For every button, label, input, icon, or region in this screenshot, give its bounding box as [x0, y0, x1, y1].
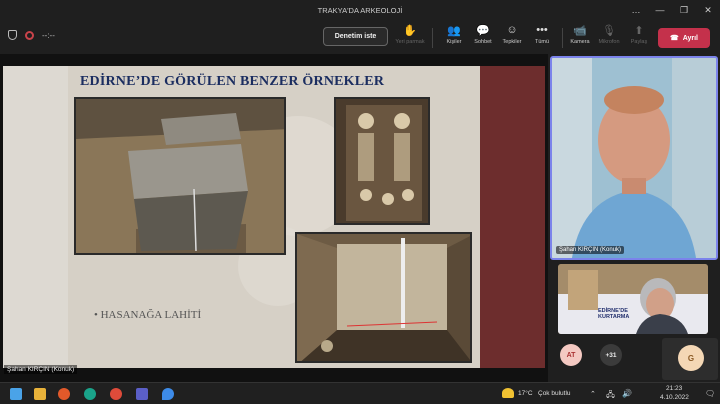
more-button[interactable]: ••• Tümü	[525, 24, 559, 52]
shared-screen-stage: EDİRNE’DE GÖRÜLEN BENZER ÖRNEKLER • HASA…	[0, 54, 548, 382]
meeting-timer: --:--	[42, 30, 55, 40]
raise-hand-button[interactable]: ✋ Yeri parmak	[393, 24, 427, 52]
participant-g-tile[interactable]: G	[662, 338, 718, 380]
window-controls: … — ❐ ✕	[624, 0, 720, 20]
file-explorer-icon[interactable]	[34, 388, 46, 400]
second-video-frame	[558, 264, 708, 334]
title-bar: TRAKYA'DA ARKEOLOJİ … — ❐ ✕	[0, 0, 720, 20]
more-icon[interactable]: …	[624, 0, 648, 20]
avatar-g: G	[678, 345, 704, 371]
main-participant-video[interactable]: Şahan KIRÇIN (Konuk)	[550, 56, 718, 260]
volume-icon[interactable]: 🔊	[622, 389, 632, 398]
notifications-icon[interactable]: 🗨	[705, 389, 715, 398]
temperature: 17°C	[518, 390, 533, 397]
share-button[interactable]: ⬆ Paylaş	[622, 24, 656, 52]
tray-overflow-icon[interactable]: ⌃	[590, 390, 596, 398]
clock-date[interactable]: 4.10.2022	[660, 394, 689, 401]
firefox-icon[interactable]	[58, 388, 70, 400]
weather-icon	[502, 388, 514, 398]
network-icon[interactable]: 🖧	[606, 389, 615, 403]
windows-start-icon[interactable]	[10, 388, 22, 400]
weather-text: Çok bulutlu	[538, 390, 571, 397]
reactions-button[interactable]: ☺ Tepkiler	[495, 24, 529, 52]
hand-icon: ✋	[403, 24, 417, 37]
ellipsis-icon: •••	[536, 24, 548, 36]
mic-button[interactable]: 🎙 Mikrofon	[592, 24, 626, 52]
presenter-label: Şahan KIRÇIN (Konuk)	[4, 365, 78, 374]
phone-hangup-icon: ☎	[669, 35, 679, 42]
second-participant-video[interactable]: EDİRNE’DE KURTARMA	[558, 264, 708, 334]
maximize-icon[interactable]: ❐	[672, 0, 696, 20]
teams-icon[interactable]	[136, 388, 148, 400]
shield-icon[interactable]	[8, 30, 17, 40]
people-icon: 👥	[447, 24, 461, 37]
windows-taskbar: 17°C Çok bulutlu ⌃ 🖧 🔊 21:23 4.10.2022 🗨	[0, 382, 720, 404]
more-participants-count[interactable]: +31	[600, 344, 622, 366]
clock-time[interactable]: 21:23	[666, 385, 682, 392]
slide-margin	[3, 66, 68, 368]
chrome-icon[interactable]	[110, 388, 122, 400]
request-control-button[interactable]: Denetim iste	[323, 27, 388, 46]
share-icon: ⬆	[634, 24, 644, 37]
presentation-slide: EDİRNE’DE GÖRÜLEN BENZER ÖRNEKLER • HASA…	[68, 66, 480, 368]
main-participant-label: Şahan KIRÇIN (Konuk)	[556, 246, 625, 254]
second-video-caption: EDİRNE’DE KURTARMA	[598, 308, 630, 320]
meeting-toolbar: --:-- Denetim iste ✋ Yeri parmak 👥 Kişil…	[0, 20, 720, 54]
close-icon[interactable]: ✕	[696, 0, 720, 20]
chat-icon: 💬	[476, 24, 490, 37]
toolbar-divider	[432, 28, 433, 48]
skeletons-photo	[334, 97, 430, 225]
meeting-status: --:--	[8, 30, 55, 40]
edge-icon[interactable]	[162, 388, 174, 400]
avatar-at[interactable]: AT	[560, 344, 582, 366]
sarcophagus-photo	[74, 97, 286, 255]
app-u-icon[interactable]	[84, 388, 96, 400]
reactions-icon: ☺	[506, 24, 518, 36]
leave-button[interactable]: ☎ Ayrıl	[658, 28, 710, 48]
slide-title: EDİRNE’DE GÖRÜLEN BENZER ÖRNEKLER	[80, 74, 385, 89]
participant-video-frame	[552, 58, 716, 258]
minimize-icon[interactable]: —	[648, 0, 672, 20]
slide-bullet: • HASANAĞA LAHİTİ	[94, 309, 202, 321]
window-title: TRAKYA'DA ARKEOLOJİ	[317, 5, 403, 15]
camera-icon: 📹	[573, 24, 587, 37]
excavation-pit-photo	[295, 232, 472, 363]
mic-off-icon: 🎙	[602, 24, 616, 37]
recording-icon	[25, 30, 34, 40]
participants-panel: Şahan KIRÇIN (Konuk) EDİRNE’DE KURTARMA …	[548, 54, 720, 382]
